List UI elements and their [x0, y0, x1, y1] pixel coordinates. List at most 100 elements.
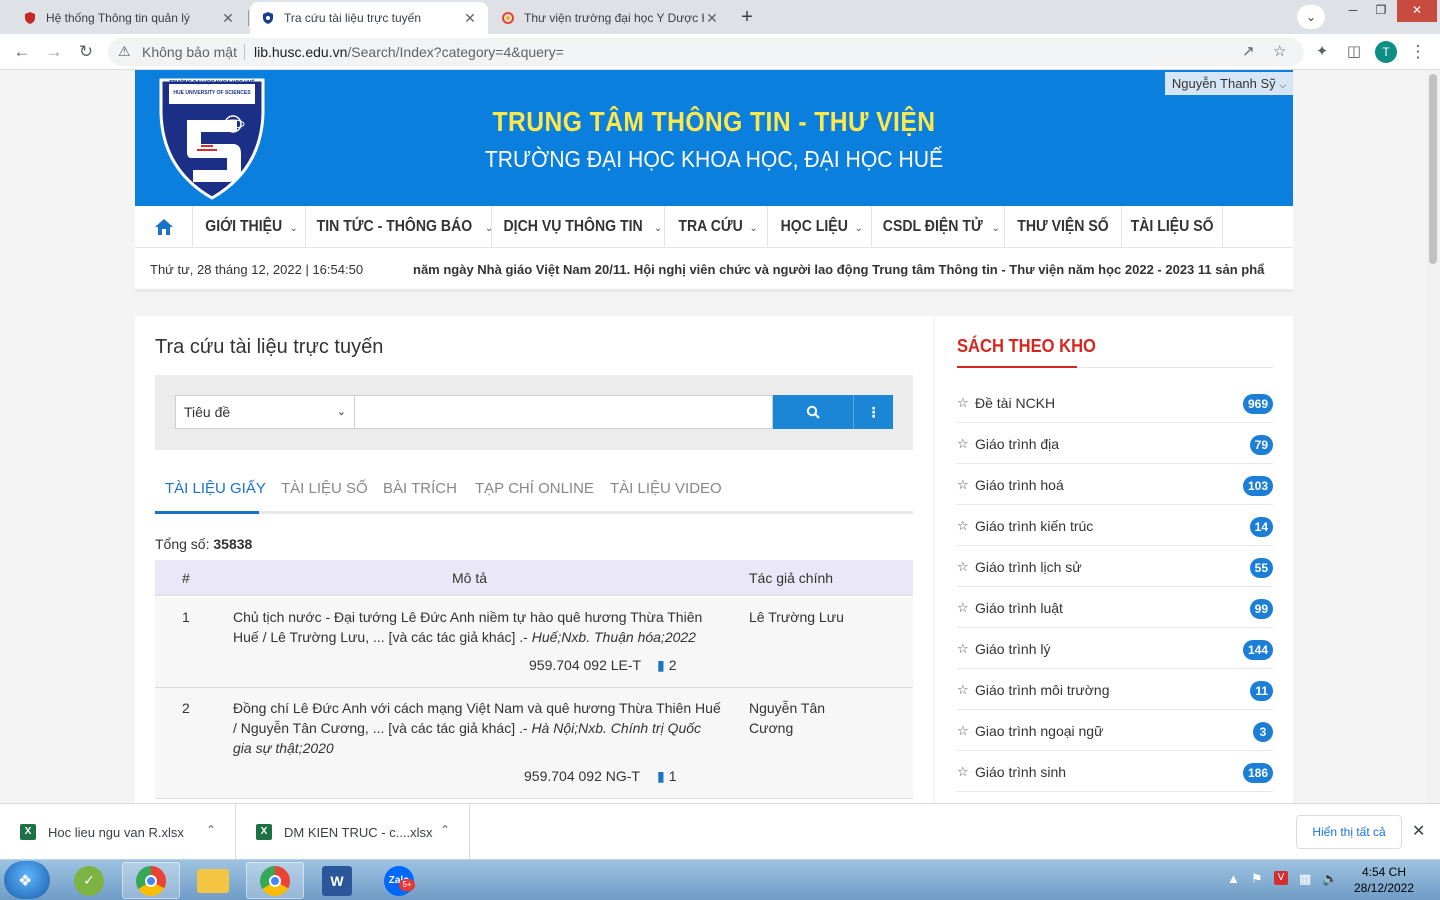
- share-icon[interactable]: ↗: [1242, 42, 1255, 60]
- count-badge: 55: [1249, 558, 1273, 578]
- star-icon: ☆: [957, 559, 969, 574]
- system-clock[interactable]: 4:54 CH 28/12/2022: [1346, 864, 1422, 896]
- tab-tai-lieu-giay[interactable]: TÀI LIỆU GIẤY: [165, 480, 266, 497]
- close-icon[interactable]: ✕: [462, 10, 478, 27]
- sidebar-item[interactable]: ☆ Giáo trình kiến trúc 14: [957, 505, 1273, 546]
- close-icon[interactable]: ✕: [1412, 821, 1425, 841]
- search-icon: [806, 405, 820, 419]
- column-header-desc: Mô tả: [452, 570, 488, 586]
- count-badge: 103: [1242, 476, 1273, 496]
- nav-gioi-thieu[interactable]: GIỚI THIỆU ⌄: [193, 206, 306, 248]
- restore-icon[interactable]: ❐: [1367, 0, 1395, 22]
- search-input[interactable]: [355, 395, 773, 429]
- sidebar-item-label: Giáo trình lịch sử: [975, 559, 1082, 575]
- vertical-dots-icon: ⋮: [866, 404, 881, 420]
- side-panel-icon[interactable]: ◫: [1342, 40, 1366, 64]
- chevron-up-icon[interactable]: ⌃: [206, 823, 216, 837]
- bookmark-star-icon[interactable]: ☆: [1273, 42, 1286, 60]
- kebab-menu-icon[interactable]: ⋮: [1406, 40, 1430, 64]
- download-filename: Hoc lieu ngu van R.xlsx: [48, 825, 184, 840]
- star-icon: ☆: [957, 641, 969, 656]
- sidebar-item[interactable]: ☆ Giáo trình lý 144: [957, 628, 1273, 669]
- row-description[interactable]: Chủ tịch nước - Đại tướng Lê Đức Anh niề…: [233, 607, 723, 647]
- nav-hoc-lieu[interactable]: HỌC LIỆU ⌄: [768, 206, 872, 248]
- browser-tab-3[interactable]: Thư viện trường đại học Y Dược H ✕: [490, 2, 730, 34]
- extensions-puzzle-icon[interactable]: ✦: [1310, 40, 1334, 64]
- start-button[interactable]: ❖: [4, 861, 50, 899]
- clock-date: 28/12/2022: [1353, 881, 1415, 895]
- book-icon: ▮: [657, 657, 665, 673]
- sidebar-item[interactable]: ☆ Giáo trình địa 79: [957, 423, 1273, 464]
- close-icon[interactable]: ✕: [704, 10, 720, 27]
- chevron-up-icon[interactable]: ⌃: [440, 823, 450, 837]
- download-item[interactable]: X Hoc lieu ngu van R.xlsx ⌃: [0, 804, 236, 860]
- browser-tab-strip: Hệ thống Thông tin quản lý ✕ Tra cứu tài…: [0, 0, 1440, 34]
- browser-tab-1[interactable]: Hệ thống Thông tin quản lý ✕: [12, 2, 246, 34]
- network-icon[interactable]: ▩: [1299, 871, 1311, 887]
- star-icon: ☆: [957, 764, 969, 779]
- sidebar-item[interactable]: ☆ Giáo trình hoá 103: [957, 464, 1273, 505]
- sidebar-item[interactable]: ☆ Giao trình ngoại ngữ 3: [957, 710, 1273, 751]
- search-field-select[interactable]: Tiêu đề ⌄: [175, 395, 355, 429]
- browser-tab-2[interactable]: Tra cứu tài liệu trực tuyến ✕: [250, 2, 488, 34]
- back-arrow-icon[interactable]: ←: [10, 40, 34, 64]
- window-close-icon[interactable]: ✕: [1397, 0, 1437, 22]
- nav-thu-vien-so[interactable]: THƯ VIỆN SỐ: [1005, 206, 1122, 248]
- news-ticker-bar: Thứ tư, 28 tháng 12, 2022 | 16:54:50 năm…: [135, 248, 1293, 292]
- news-ticker[interactable]: năm ngày Nhà giáo Việt Nam 20/11. Hội ng…: [413, 262, 1279, 277]
- nav-tin-tuc[interactable]: TIN TỨC - THÔNG BÁO ⌄: [306, 206, 493, 248]
- taskbar-app-explorer[interactable]: [184, 862, 242, 899]
- tab-tai-lieu-so[interactable]: TÀI LIỆU SỐ: [281, 480, 368, 497]
- page-scrollbar[interactable]: [1426, 70, 1440, 803]
- row-description[interactable]: Đồng chí Lê Đức Anh với cách mạng Việt N…: [233, 698, 723, 758]
- folder-icon: [197, 868, 229, 893]
- chevron-down-icon: ⌄: [289, 223, 298, 234]
- close-icon[interactable]: ✕: [220, 10, 236, 27]
- scrollbar-thumb[interactable]: [1429, 74, 1437, 264]
- tray-expand-icon[interactable]: ▲: [1227, 871, 1240, 886]
- row-copies[interactable]: ▮ 1: [657, 768, 677, 785]
- profile-avatar[interactable]: T: [1375, 41, 1397, 63]
- reload-icon[interactable]: ↻: [74, 40, 98, 64]
- advanced-search-button[interactable]: ⋮: [853, 395, 893, 429]
- sidebar-collections: SÁCH THEO KHO ☆ Đề tài NCKH 969 ☆ Giáo trìn…: [935, 316, 1293, 803]
- minimize-icon[interactable]: ─: [1339, 0, 1367, 22]
- security-status[interactable]: Không bảo mật: [142, 44, 237, 60]
- download-item[interactable]: X DM KIEN TRUC - c....xlsx ⌃: [236, 804, 470, 860]
- flag-icon[interactable]: ⚑: [1251, 871, 1263, 887]
- tab-bai-trich[interactable]: BÀI TRÍCH: [383, 480, 457, 497]
- sidebar-item[interactable]: ☆ Đề tài NCKH 969: [957, 382, 1273, 423]
- show-all-downloads-button[interactable]: Hiển thị tất cả: [1296, 815, 1402, 849]
- home-button[interactable]: [135, 206, 193, 248]
- taskbar-app-chrome[interactable]: [122, 862, 180, 899]
- tab-search-chevron-icon[interactable]: ⌄: [1297, 5, 1325, 29]
- total-label: Tổng số:: [155, 536, 210, 552]
- nav-dich-vu[interactable]: DỊCH VỤ THÔNG TIN ⌄: [492, 206, 665, 248]
- row-copies[interactable]: ▮ 2: [657, 657, 677, 674]
- antivirus-icon[interactable]: V: [1274, 871, 1288, 885]
- taskbar-app-zalo[interactable]: Zalo: [370, 862, 428, 899]
- user-menu[interactable]: Nguyễn Thanh Sỹ ⌵: [1165, 72, 1293, 95]
- tab-tap-chi-online[interactable]: TẠP CHÍ ONLINE: [475, 480, 594, 497]
- nav-csdl-dien-tu[interactable]: CSDL ĐIỆN TỬ ⌄: [872, 206, 1005, 248]
- url-text[interactable]: lib.husc.edu.vn/Search/Index?category=4&…: [254, 44, 564, 60]
- new-tab-button[interactable]: +: [734, 5, 760, 31]
- warning-triangle-icon[interactable]: ⚠: [118, 43, 131, 60]
- taskbar-app-word[interactable]: W: [308, 862, 366, 899]
- address-bar[interactable]: ⚠ Không bảo mật lib.husc.edu.vn/Search/I…: [108, 38, 1304, 66]
- sidebar-item[interactable]: ☆ Giáo trình luật 99: [957, 587, 1273, 628]
- sidebar-item[interactable]: ☆ Giáo trình sinh 186: [957, 751, 1273, 792]
- count-badge: 99: [1249, 599, 1273, 619]
- search-button[interactable]: [773, 395, 853, 429]
- nav-tai-lieu-so[interactable]: TÀI LIỆU SỐ: [1122, 206, 1223, 248]
- table-row[interactable]: 1 Chủ tịch nước - Đại tướng Lê Đức Anh n…: [155, 597, 913, 688]
- table-row[interactable]: 2 Đồng chí Lê Đức Anh với cách mạng Việt…: [155, 688, 913, 799]
- taskbar-app-coccoc[interactable]: ✓: [60, 862, 118, 899]
- tab-tai-lieu-video[interactable]: TÀI LIỆU VIDEO: [610, 480, 722, 497]
- forward-arrow-icon[interactable]: →: [42, 40, 66, 64]
- nav-tra-cuu[interactable]: TRA CỨU ⌄: [665, 206, 768, 248]
- sidebar-item[interactable]: ☆ Giáo trình lịch sử 55: [957, 546, 1273, 587]
- taskbar-app-chrome-2[interactable]: [246, 862, 304, 899]
- speaker-icon[interactable]: 🔈: [1322, 871, 1338, 887]
- sidebar-item[interactable]: ☆ Giáo trình môi trường 11: [957, 669, 1273, 710]
